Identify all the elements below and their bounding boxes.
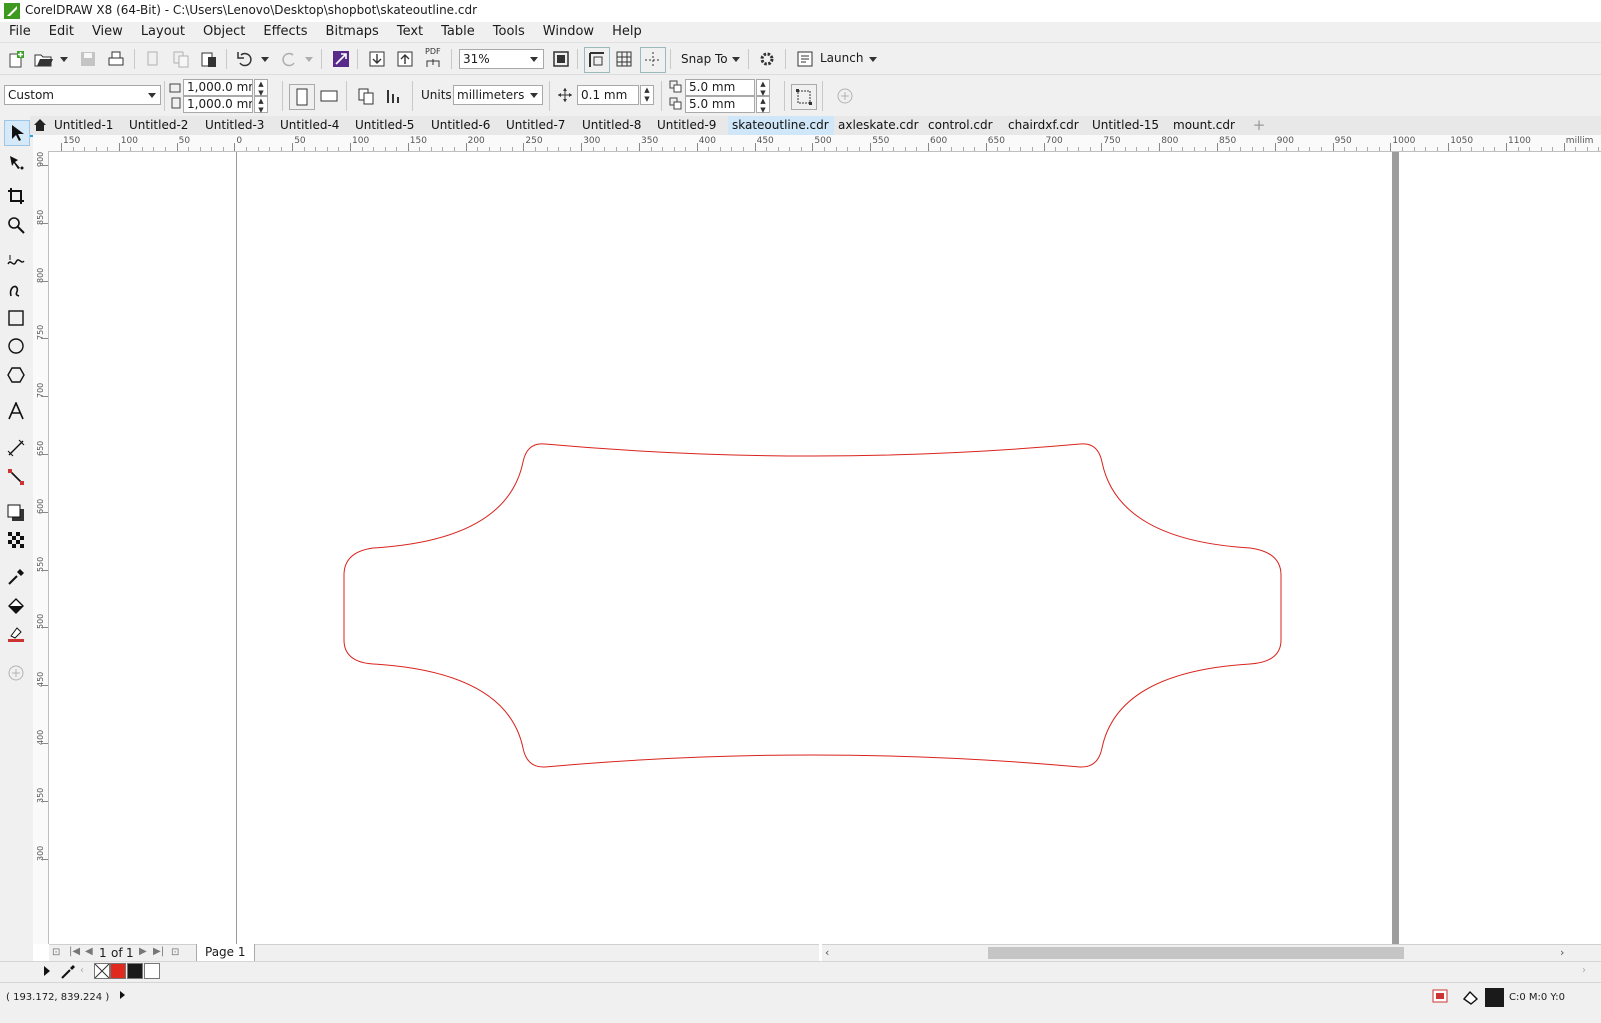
- insert-page-before-icon[interactable]: ⊡: [52, 947, 64, 959]
- color-proof-icon[interactable]: [1432, 989, 1448, 1003]
- page-tab[interactable]: Page 1: [196, 944, 255, 962]
- fill-bucket-icon[interactable]: [1462, 989, 1480, 1005]
- next-page-icon[interactable]: ▶: [139, 946, 147, 957]
- palette-expand-arrow-icon[interactable]: [44, 966, 50, 976]
- scroll-left-chevron-icon[interactable]: ‹: [825, 946, 829, 959]
- current-page-number: 1: [99, 946, 107, 960]
- black-swatch[interactable]: [127, 963, 143, 979]
- insert-page-after-icon[interactable]: ⊡: [171, 947, 183, 959]
- red-swatch[interactable]: [110, 963, 126, 979]
- no-color-swatch[interactable]: [94, 963, 110, 979]
- skateboard-deck-outline[interactable]: [0, 0, 1601, 1022]
- page-navigator: ⊡ |◀ ◀ 1 of 1 ▶ ▶| ⊡ Page 1: [49, 944, 819, 962]
- page-of-label: of: [111, 946, 123, 960]
- white-swatch[interactable]: [144, 963, 160, 979]
- palette-eyedropper-icon[interactable]: [60, 964, 76, 980]
- previous-page-icon[interactable]: ◀: [85, 946, 93, 957]
- first-page-icon[interactable]: |◀: [69, 946, 80, 957]
- cursor-coordinates: ( 193.172, 839.224 ): [6, 992, 110, 1003]
- palette-scroll-left-icon[interactable]: ‹: [80, 965, 84, 976]
- current-fill-swatch[interactable]: [1485, 988, 1504, 1007]
- status-expand-arrow-icon[interactable]: [120, 991, 125, 999]
- last-page-icon[interactable]: ▶|: [153, 946, 164, 957]
- scroll-right-chevron-icon[interactable]: ›: [1560, 946, 1564, 959]
- palette-scroll-right-icon[interactable]: ›: [1582, 965, 1586, 976]
- color-palette-bar: ‹ ›: [0, 961, 1601, 983]
- fill-color-info: C:0 M:0 Y:0: [1509, 992, 1565, 1003]
- status-bar: ( 193.172, 839.224 ) C:0 M:0 Y:0: [0, 982, 1601, 1023]
- horizontal-scrollbar-thumb[interactable]: [988, 947, 1404, 959]
- total-pages: 1: [126, 946, 134, 960]
